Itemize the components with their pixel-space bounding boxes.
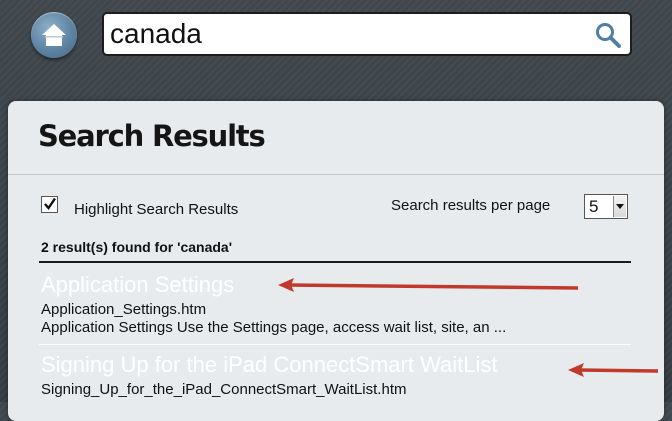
home-icon	[42, 24, 66, 46]
search-box	[102, 12, 632, 56]
highlight-label: Highlight Search Results	[74, 201, 239, 218]
dropdown-arrow[interactable]	[613, 196, 626, 217]
results-per-page-value: 5	[589, 197, 599, 216]
search-icon[interactable]	[594, 21, 622, 49]
result-filename: Application_Settings.htm	[41, 301, 207, 318]
result-title-link[interactable]: Signing Up for the iPad ConnectSmart Wai…	[41, 352, 498, 378]
result-title-link[interactable]: Application Settings	[41, 272, 234, 298]
result-count-divider	[39, 261, 631, 263]
results-per-page-select[interactable]: 5	[584, 194, 628, 219]
result-count: 2 result(s) found for 'canada'	[41, 239, 233, 255]
home-button[interactable]	[31, 12, 77, 58]
search-input[interactable]	[110, 17, 580, 51]
result-snippet: Application Settings Use the Settings pa…	[41, 319, 507, 336]
result-divider	[39, 344, 631, 345]
results-per-page-label: Search results per page	[391, 197, 551, 214]
annotation-arrow	[568, 363, 659, 377]
result-filename: Signing_Up_for_the_iPad_ConnectSmart_Wai…	[41, 381, 407, 398]
annotation-arrow	[278, 278, 579, 292]
page-title: Search Results	[38, 119, 266, 153]
highlight-checkbox[interactable]	[41, 196, 58, 213]
chevron-down-icon	[616, 204, 624, 209]
checkmark-icon	[44, 197, 56, 210]
title-divider	[8, 174, 664, 175]
search-results-panel: Search Results Highlight Search Results …	[8, 101, 664, 421]
